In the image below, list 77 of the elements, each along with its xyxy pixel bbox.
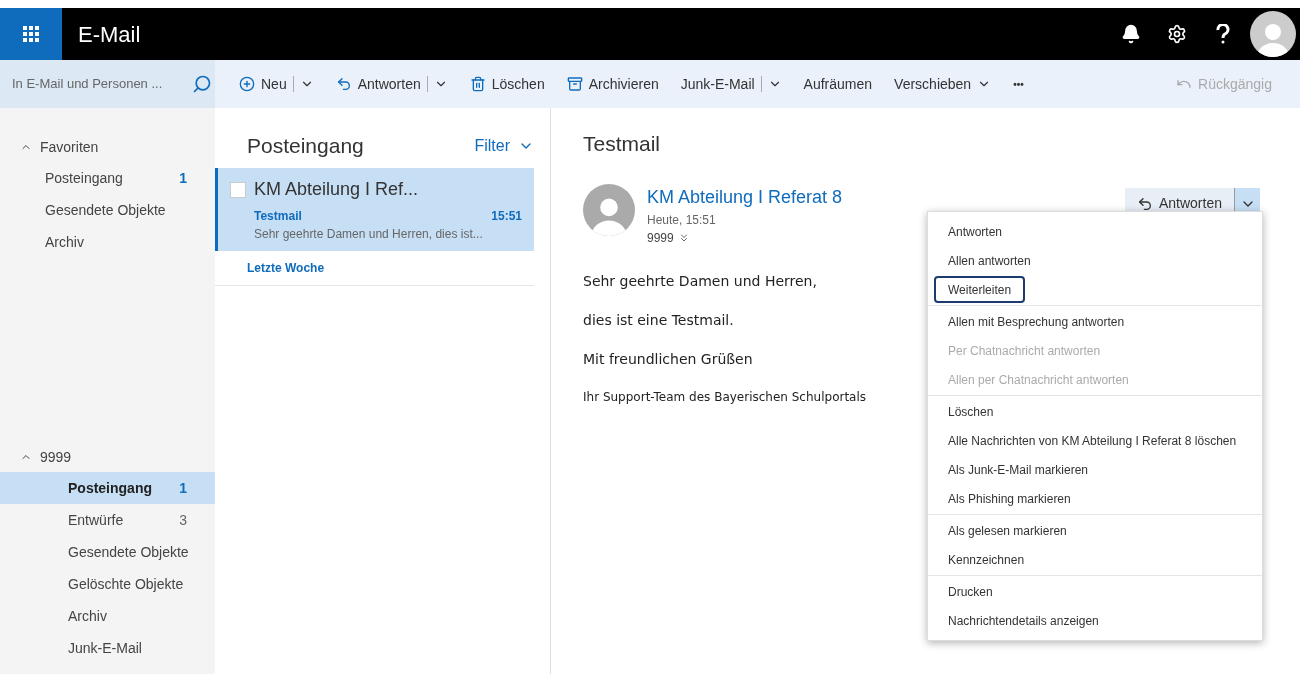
body-paragraph: dies ist eine Testmail. <box>583 310 734 330</box>
filter-button[interactable]: Filter <box>474 134 534 158</box>
message-date: Heute, 15:51 <box>647 211 717 229</box>
menu-item[interactable]: Löschen <box>934 398 1008 425</box>
menu-item[interactable]: Kennzeichnen <box>934 546 1039 573</box>
folder-item[interactable]: Gesendete Objekte <box>0 536 215 568</box>
toolbar-button[interactable]: ••• <box>1013 76 1024 92</box>
message-subject-heading: Testmail <box>583 131 662 157</box>
app-launcher-button[interactable] <box>0 8 62 60</box>
menu-item[interactable]: Als Phishing markieren <box>934 485 1085 512</box>
search-field[interactable]: In E-Mail und Personen ... <box>12 74 188 94</box>
folder-name: Entwürfe <box>68 510 124 530</box>
folder-item[interactable]: Posteingang 1 <box>0 162 215 194</box>
folder-item[interactable]: Archiv <box>0 226 215 258</box>
folder-name: Gesendete Objekte <box>68 542 189 562</box>
toolbar-button[interactable]: Junk-E-Mail <box>680 73 782 95</box>
folder-section-header[interactable]: Favoriten <box>0 132 119 162</box>
folder-item[interactable]: Posteingang 1 <box>0 472 215 504</box>
plus-circle-icon <box>239 76 255 92</box>
reply-arrow-icon <box>1136 195 1153 212</box>
checkbox[interactable] <box>230 181 246 198</box>
message-preview: Sehr geehrte Damen und Herren, dies ist... <box>253 226 484 243</box>
search-button[interactable] <box>192 74 212 94</box>
folder-name: Gesendete Objekte <box>45 200 166 220</box>
toolbar-button[interactable]: Verschieben <box>894 73 992 95</box>
body-paragraph: Mit freundlichen Grüßen <box>583 349 753 369</box>
menu-item[interactable]: Nachrichtendetails anzeigen <box>934 607 1113 634</box>
grid-icon <box>23 26 39 42</box>
menu-item[interactable]: Alle Nachrichten von KM Abteilung I Referat 8 löschen <box>934 427 1251 454</box>
folder-name: Posteingang <box>45 168 123 188</box>
folder-item[interactable]: Gesendete Objekte <box>0 194 215 226</box>
message-sender: KM Abteilung I Ref... <box>254 178 419 201</box>
app-title: E-Mail <box>78 20 141 49</box>
folder-name: Posteingang <box>68 478 152 498</box>
bell-icon <box>1121 24 1141 44</box>
body-paragraph: Sehr geehrte Damen und Herren, <box>583 271 817 291</box>
archive-box-icon <box>566 76 583 92</box>
settings-icon <box>1167 24 1187 44</box>
message-time: 15:51 <box>491 208 522 225</box>
group-header: Letzte Woche <box>215 251 534 286</box>
folder-item[interactable]: Junk-E-Mail <box>0 632 215 664</box>
menu-item[interactable]: Weiterleiten <box>934 276 1026 303</box>
message-subject: Testmail <box>254 208 302 225</box>
folder-name: Archiv <box>45 232 84 252</box>
question-mark-icon <box>1216 24 1230 44</box>
toolbar-button[interactable]: Aufräumen <box>803 73 873 95</box>
menu-item[interactable]: Allen mit Besprechung antworten <box>934 308 1139 335</box>
menu-item[interactable]: Antworten <box>934 218 1017 245</box>
trash-icon <box>469 76 486 92</box>
folder-name: Junk-E-Mail <box>68 638 142 658</box>
sender-avatar <box>583 183 635 236</box>
unread-count: 1 <box>179 478 187 498</box>
folder-title: Posteingang <box>247 133 364 160</box>
toolbar-button[interactable]: Antworten <box>335 73 448 95</box>
folder-name: Gelöschte Objekte <box>68 574 184 594</box>
avatar[interactable] <box>1250 11 1296 57</box>
reply-arrow-icon <box>335 76 352 92</box>
toolbar-button[interactable]: Archivieren <box>566 73 659 95</box>
toolbar-button[interactable]: Löschen <box>469 73 545 95</box>
body-paragraph: Ihr Support-Team des Bayerischen Schulportals <box>583 388 867 406</box>
folder-section-header[interactable]: 9999 <box>0 442 92 472</box>
folder-item[interactable]: Gelöschte Objekte <box>0 568 215 600</box>
menu-item[interactable]: Als gelesen markieren <box>934 517 1081 544</box>
unread-count: 1 <box>179 168 187 188</box>
search-icon <box>192 74 212 94</box>
toolbar-button[interactable]: Neu <box>239 73 314 95</box>
menu-item[interactable]: Als Junk-E-Mail markieren <box>934 456 1103 483</box>
folder-name: Archiv <box>68 606 107 626</box>
sender-name[interactable]: KM Abteilung I Referat 8 <box>647 183 843 211</box>
folder-item[interactable]: Archiv <box>0 600 215 632</box>
menu-item[interactable]: Drucken <box>934 578 1007 605</box>
unread-count: 3 <box>179 510 187 530</box>
message-item[interactable]: KM Abteilung I Ref... Testmail 15:51 Sehr geehrte Damen und Herren, dies ist... <box>215 168 534 251</box>
menu-item[interactable]: Allen antworten <box>934 247 1045 274</box>
recipient[interactable]: 9999 <box>647 228 674 247</box>
folder-item[interactable]: Entwürfe 3 <box>0 504 215 536</box>
search-box[interactable]: In E-Mail und Personen ... <box>0 60 215 108</box>
